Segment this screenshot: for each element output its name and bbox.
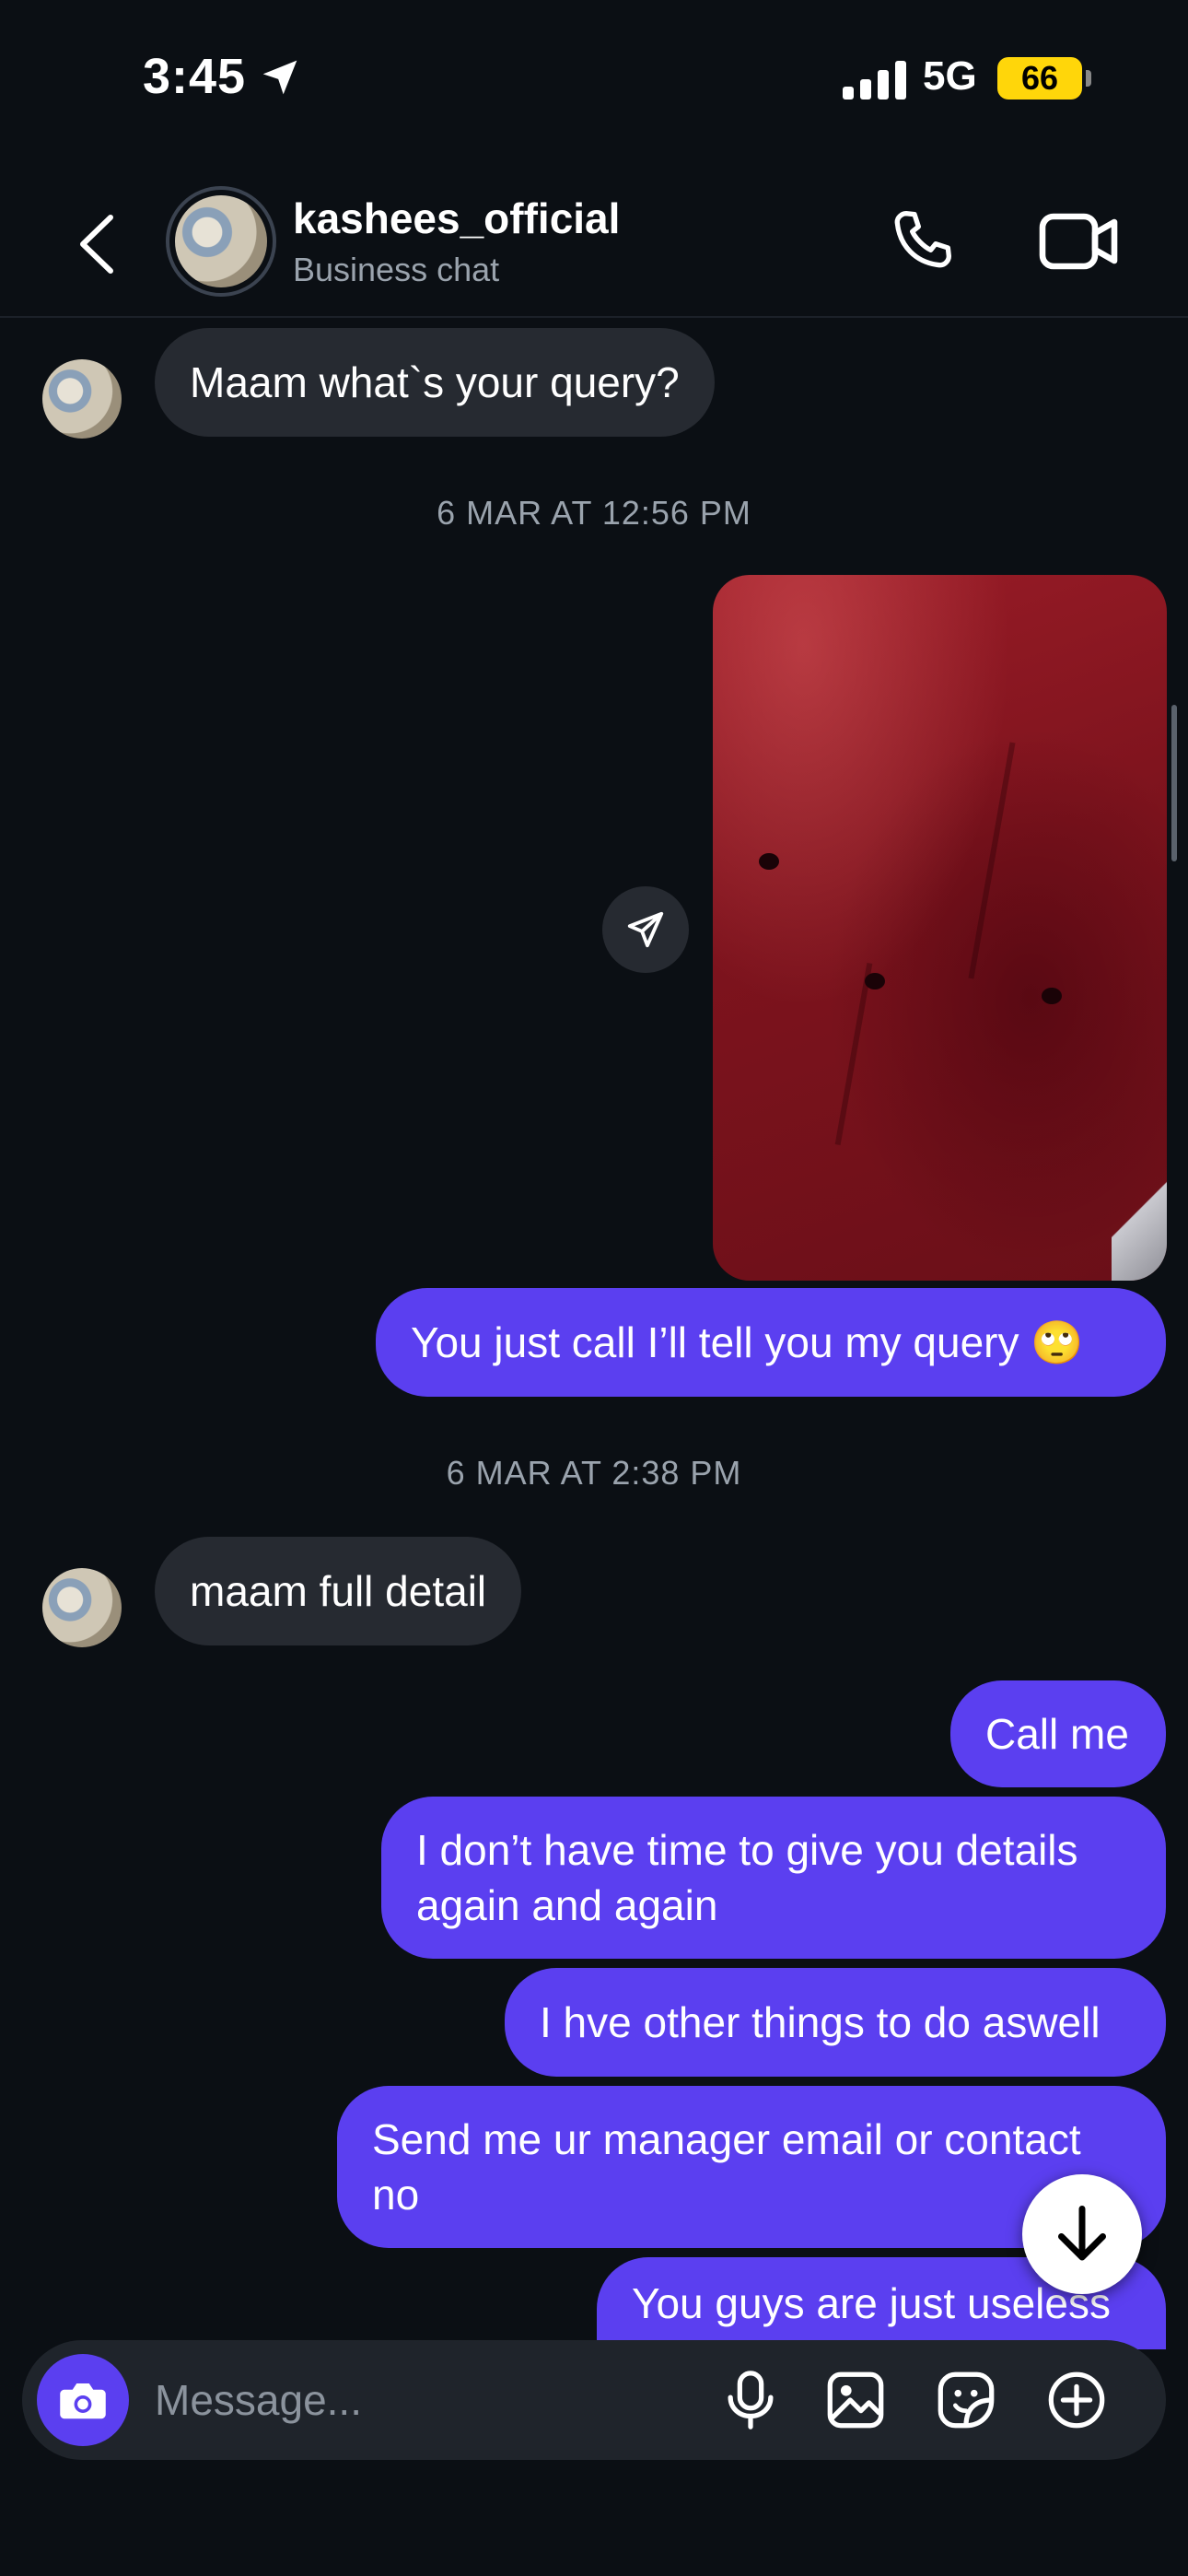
chat-subtitle: Business chat [293,251,500,288]
incoming-message[interactable]: Maam what`s your query? [155,328,715,437]
fabric-fold [834,962,873,1146]
status-bar: 3:45 5G 66 [0,0,1188,166]
sender-avatar[interactable] [42,1568,122,1647]
phone-icon[interactable] [886,203,960,276]
gallery-icon[interactable] [823,2368,888,2432]
sender-avatar[interactable] [42,359,122,439]
plus-icon[interactable] [1044,2368,1109,2432]
avatar-image [175,195,267,287]
status-time: 3:45 [143,49,247,104]
image-message[interactable] [713,575,1167,1281]
home-indicator-area [0,2460,1188,2576]
video-icon[interactable] [1037,205,1120,278]
message-composer [22,2340,1166,2460]
fabric-hole [759,853,779,870]
scroll-to-bottom-button[interactable] [1022,2174,1142,2294]
timestamp: 6 MAR AT 12:56 PM [437,494,751,532]
chat-header: kashees_official Business chat [0,166,1188,318]
network-type: 5G [923,53,977,99]
photo-corner [1112,1170,1167,1281]
location-arrow-icon [262,60,297,95]
mic-icon[interactable] [718,2368,783,2432]
battery-level: 66 [1020,59,1059,97]
outgoing-message[interactable]: I hve other things to do aswell [505,1968,1166,2077]
incoming-message[interactable]: maam full detail [155,1537,522,1645]
signal-icon [843,61,906,100]
header-avatar[interactable] [166,186,276,297]
sticker-icon[interactable] [934,2368,998,2432]
camera-icon [60,2383,106,2419]
battery-tip [1086,70,1091,87]
arrow-down-icon [1058,2206,1106,2261]
scroll-indicator[interactable] [1171,705,1177,861]
timestamp: 6 MAR AT 2:38 PM [446,1454,742,1492]
camera-button[interactable] [37,2354,129,2446]
battery-indicator: 66 [997,57,1082,100]
back-icon[interactable] [74,212,120,276]
outgoing-message[interactable]: You just call I’ll tell you my query 🙄 [376,1288,1166,1397]
message-input[interactable] [155,2372,670,2428]
share-button[interactable] [602,886,689,973]
fabric-hole [1042,988,1062,1004]
share-icon [627,911,664,948]
outgoing-message[interactable]: Call me [950,1680,1166,1787]
chat-title[interactable]: kashees_official [293,193,620,243]
outgoing-message[interactable]: I don’t have time to give you details ag… [381,1797,1166,1959]
fabric-hole [865,973,885,989]
fabric-fold [968,742,1016,979]
